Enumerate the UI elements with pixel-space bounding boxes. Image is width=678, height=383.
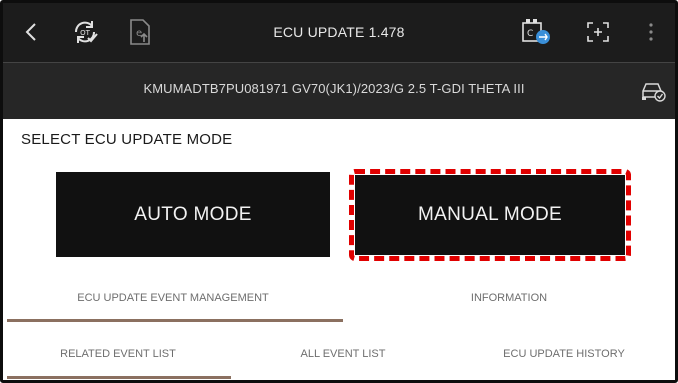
ecu-chip-icon[interactable]: C xyxy=(519,17,553,47)
manual-mode-button[interactable]: MANUAL MODE xyxy=(355,175,625,255)
vehicle-check-icon[interactable] xyxy=(639,75,667,103)
document-upload-icon[interactable]: e xyxy=(125,17,155,47)
app-title: ECU UPDATE 1.478 xyxy=(273,24,405,40)
sync-icon[interactable]: OT xyxy=(69,17,101,47)
back-icon[interactable] xyxy=(19,17,43,47)
tab-ecu-update-history[interactable]: ECU UPDATE HISTORY xyxy=(453,348,675,360)
svg-text:OT: OT xyxy=(80,29,91,37)
tab-all-event-list[interactable]: ALL EVENT LIST xyxy=(233,348,453,360)
tab-ecu-update-event-management[interactable]: ECU UPDATE EVENT MANAGEMENT xyxy=(3,292,343,304)
tab-information[interactable]: INFORMATION xyxy=(343,292,675,304)
tab-related-event-list[interactable]: RELATED EVENT LIST xyxy=(3,348,233,360)
active-subtab-indicator xyxy=(7,376,231,379)
svg-text:C: C xyxy=(527,29,533,39)
fullscreen-icon[interactable] xyxy=(583,17,613,47)
svg-text:e: e xyxy=(136,28,142,39)
app-window: OT e ECU UPDATE 1.478 C KMUMADTB7PU08197… xyxy=(0,0,678,383)
vehicle-info-text: KMUMADTB7PU081971 GV70(JK1)/2023/G 2.5 T… xyxy=(143,81,525,96)
title-bar: OT e ECU UPDATE 1.478 C xyxy=(3,3,675,62)
more-options-icon[interactable] xyxy=(643,17,659,47)
active-tab-indicator xyxy=(7,319,343,322)
vehicle-info-bar: KMUMADTB7PU081971 GV70(JK1)/2023/G 2.5 T… xyxy=(3,63,675,119)
section-title: SELECT ECU UPDATE MODE xyxy=(21,131,233,148)
auto-mode-button[interactable]: AUTO MODE xyxy=(56,172,330,257)
